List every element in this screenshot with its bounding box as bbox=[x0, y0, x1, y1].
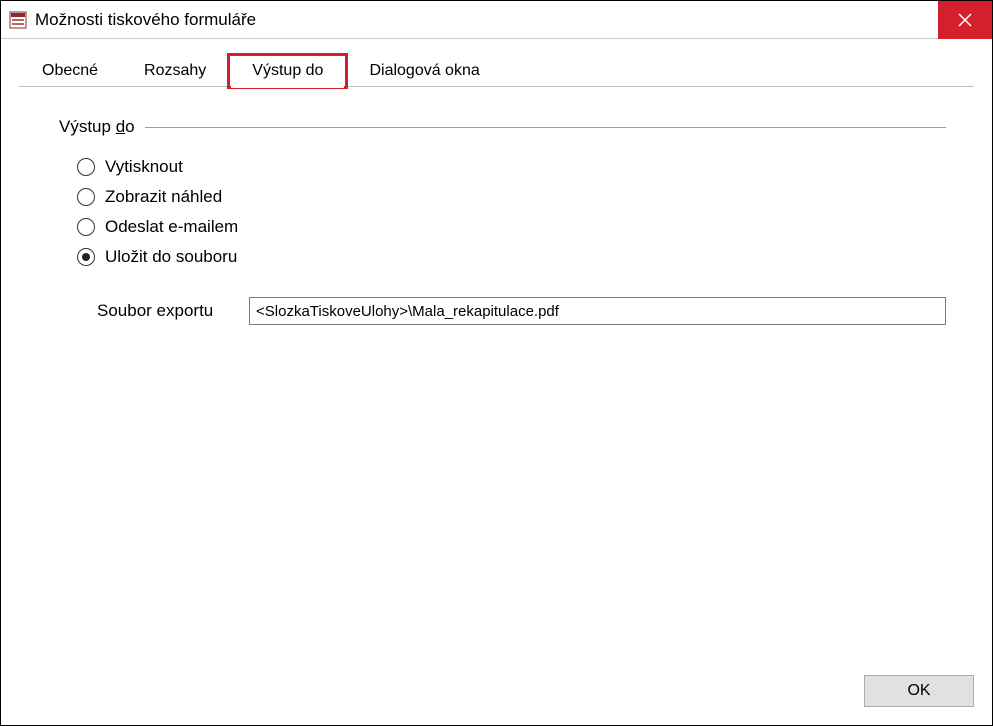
tab-panel-vystup-do: Výstup do Vytisknout Zobrazit náhled Ode… bbox=[19, 87, 974, 665]
radio-ulozit-do-souboru[interactable]: Uložit do souboru bbox=[77, 247, 946, 267]
export-file-row: Soubor exportu bbox=[97, 297, 946, 325]
export-file-label: Soubor exportu bbox=[97, 301, 227, 321]
dialog-footer: OK bbox=[19, 665, 974, 707]
radio-icon bbox=[77, 218, 95, 236]
tab-dialogova-okna[interactable]: Dialogová okna bbox=[346, 55, 502, 87]
section-header: Výstup do bbox=[59, 117, 946, 137]
radio-zobrazit-nahled[interactable]: Zobrazit náhled bbox=[77, 187, 946, 207]
section-title-accel: d bbox=[116, 117, 125, 136]
radio-icon bbox=[77, 188, 95, 206]
client-area: Obecné Rozsahy Výstup do Dialogová okna … bbox=[1, 39, 992, 725]
titlebar: Možnosti tiskového formuláře bbox=[1, 1, 992, 39]
section-title-prefix: Výstup bbox=[59, 117, 116, 136]
radio-vytisknout[interactable]: Vytisknout bbox=[77, 157, 946, 177]
output-radio-group: Vytisknout Zobrazit náhled Odeslat e-mai… bbox=[77, 157, 946, 267]
export-file-input[interactable] bbox=[249, 297, 946, 325]
radio-label: Zobrazit náhled bbox=[105, 187, 222, 207]
app-icon bbox=[9, 11, 27, 29]
tab-obecne[interactable]: Obecné bbox=[19, 55, 121, 87]
section-title-suffix: o bbox=[125, 117, 134, 136]
tab-rozsahy[interactable]: Rozsahy bbox=[121, 55, 229, 87]
section-divider bbox=[145, 127, 946, 128]
tab-vystup-do[interactable]: Výstup do bbox=[229, 55, 346, 87]
radio-label: Vytisknout bbox=[105, 157, 183, 177]
close-button[interactable] bbox=[938, 1, 992, 39]
radio-label: Odeslat e-mailem bbox=[105, 217, 238, 237]
window-title: Možnosti tiskového formuláře bbox=[35, 10, 938, 30]
tabstrip: Obecné Rozsahy Výstup do Dialogová okna bbox=[19, 51, 974, 87]
radio-icon bbox=[77, 158, 95, 176]
radio-odeslat-emailem[interactable]: Odeslat e-mailem bbox=[77, 217, 946, 237]
ok-button[interactable]: OK bbox=[864, 675, 974, 707]
radio-icon bbox=[77, 248, 95, 266]
radio-label: Uložit do souboru bbox=[105, 247, 237, 267]
section-title: Výstup do bbox=[59, 117, 135, 137]
close-icon bbox=[958, 13, 972, 27]
